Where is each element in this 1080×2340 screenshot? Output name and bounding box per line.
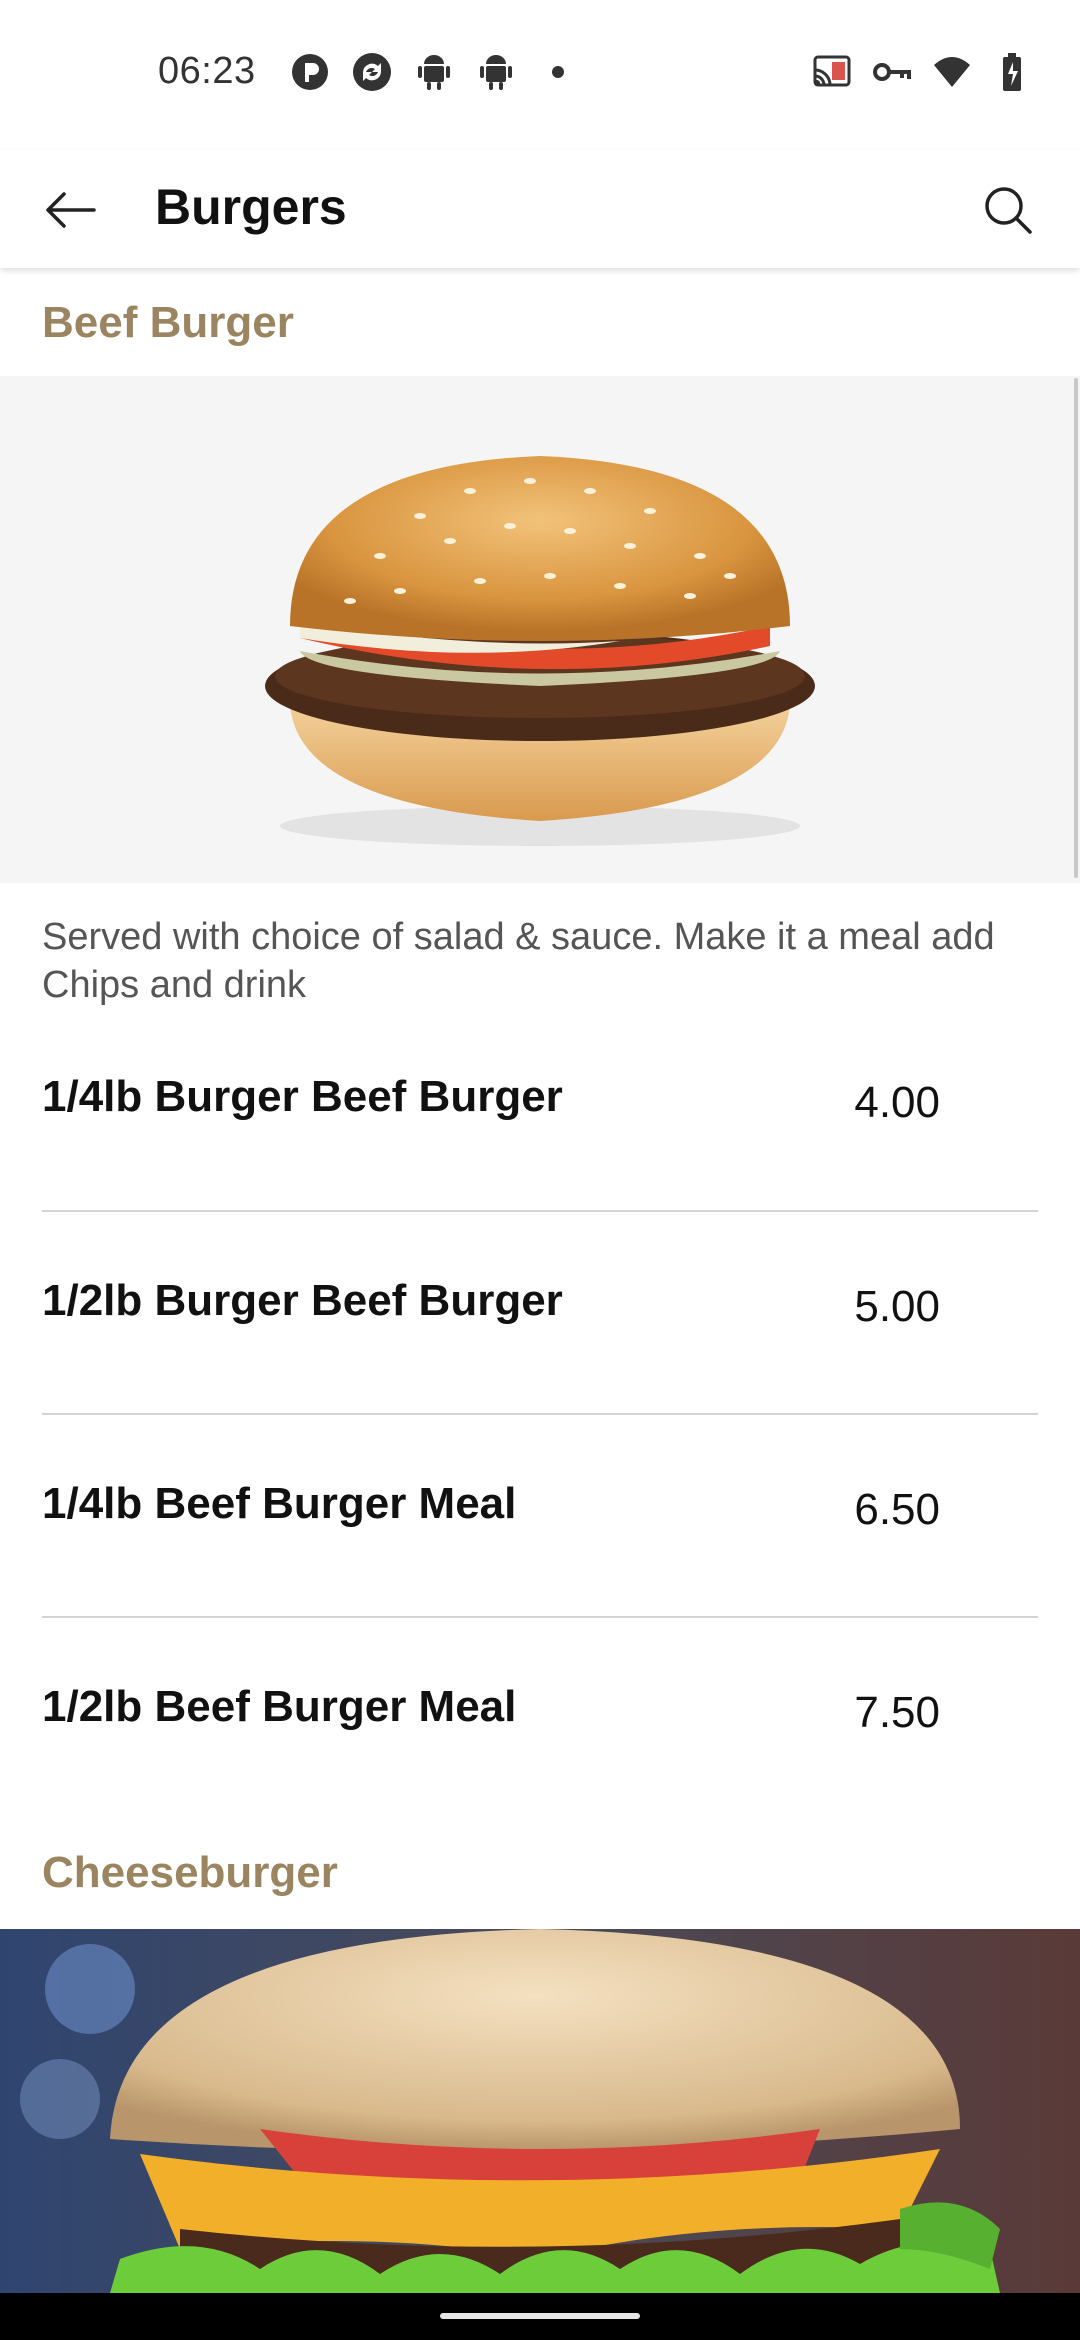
android-icon xyxy=(476,52,516,92)
cast-icon xyxy=(812,52,852,92)
menu-item-price: 5.00 xyxy=(854,1282,940,1331)
menu-item-price: 7.50 xyxy=(854,1688,940,1737)
search-button[interactable] xyxy=(976,178,1040,242)
wifi-icon xyxy=(932,52,972,92)
android-icon xyxy=(414,52,454,92)
menu-item-name: 1/2lb Beef Burger Meal xyxy=(42,1682,517,1731)
app-bar: Burgers xyxy=(0,150,1080,268)
status-time: 06:23 xyxy=(158,50,256,92)
section-description: Served with choice of salad & sauce. Mak… xyxy=(42,916,995,1006)
scrollbar[interactable] xyxy=(1074,378,1078,878)
divider xyxy=(42,1616,1038,1618)
status-notification-icons xyxy=(290,52,578,92)
status-system-icons xyxy=(812,52,1032,92)
p-badge-icon xyxy=(290,52,330,92)
section-title-cheeseburger: Cheeseburger xyxy=(42,1848,338,1897)
search-icon xyxy=(985,187,1032,234)
menu-item-name: 1/4lb Beef Burger Meal xyxy=(42,1479,517,1528)
status-bar: 06:23 xyxy=(0,0,1080,150)
home-gesture-handle[interactable] xyxy=(440,2313,640,2319)
divider xyxy=(42,1210,1038,1212)
menu-item-name: 1/2lb Burger Beef Burger xyxy=(42,1276,563,1325)
menu-content[interactable]: Beef Burger Served with choice of salad … xyxy=(0,268,1080,2293)
navigation-bar xyxy=(0,2293,1080,2340)
menu-item-row[interactable]: 1/2lb Beef Burger Meal 7.50 xyxy=(42,1648,1038,1853)
cheeseburger-image[interactable] xyxy=(0,1929,1080,2293)
battery-charging-icon xyxy=(992,52,1032,92)
section-title-beef-burger: Beef Burger xyxy=(42,298,294,347)
menu-item-price: 6.50 xyxy=(854,1485,940,1534)
beef-burger-image[interactable] xyxy=(0,376,1080,883)
menu-item-row[interactable]: 1/4lb Burger Beef Burger 4.00 xyxy=(42,1038,1038,1243)
dot-icon xyxy=(538,52,578,92)
page-title: Burgers xyxy=(155,179,347,235)
menu-item-name: 1/4lb Burger Beef Burger xyxy=(42,1072,563,1121)
menu-item-price: 4.00 xyxy=(854,1078,940,1127)
menu-item-row[interactable]: 1/4lb Beef Burger Meal 6.50 xyxy=(42,1445,1038,1650)
menu-item-row[interactable]: 1/2lb Burger Beef Burger 5.00 xyxy=(42,1242,1038,1447)
divider xyxy=(42,1413,1038,1415)
sync-icon xyxy=(352,52,392,92)
back-button[interactable] xyxy=(40,180,100,240)
key-icon xyxy=(872,52,912,92)
arrow-back-icon xyxy=(46,192,96,228)
